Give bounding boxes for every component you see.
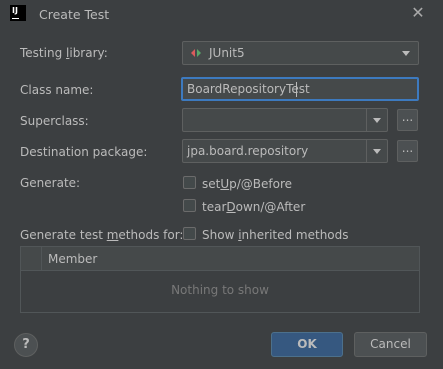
- table-header: Member: [21, 247, 419, 271]
- superclass-select[interactable]: [182, 108, 388, 132]
- teardown-checkbox-label[interactable]: tearDown/@After: [202, 200, 305, 214]
- chevron-down-icon: [373, 149, 381, 154]
- text-caret: [296, 82, 297, 97]
- superclass-dropdown-button[interactable]: [366, 109, 387, 131]
- destination-package-label: Destination package:: [20, 145, 148, 159]
- testing-library-value: JUnit5: [209, 46, 245, 60]
- column-divider: [41, 247, 42, 271]
- cancel-button[interactable]: Cancel: [354, 332, 427, 357]
- show-inherited-label[interactable]: Show inherited methods: [202, 228, 349, 242]
- destination-package-select[interactable]: jpa.board.repository: [182, 139, 388, 163]
- destination-package-value: jpa.board.repository: [187, 144, 309, 158]
- setup-checkbox-label[interactable]: setUp/@Before: [202, 177, 292, 191]
- app-icon-text: IJ: [12, 6, 18, 15]
- class-name-label: Class name:: [20, 83, 94, 97]
- members-table[interactable]: Member Nothing to show: [20, 246, 420, 313]
- destination-package-dropdown-button[interactable]: [366, 140, 387, 162]
- class-name-input[interactable]: BoardRepositoryTest: [181, 77, 419, 101]
- show-inherited-checkbox[interactable]: [183, 227, 196, 240]
- generate-label: Generate:: [20, 176, 81, 190]
- superclass-label: Superclass:: [20, 114, 89, 128]
- empty-table-message: Nothing to show: [171, 283, 269, 297]
- title-bar: IJ Create Test ✕: [0, 0, 443, 30]
- chevron-down-icon: [373, 118, 381, 123]
- column-header-member[interactable]: Member: [48, 252, 97, 266]
- help-button[interactable]: ?: [14, 333, 38, 357]
- generate-methods-label: Generate test methods for:: [20, 228, 184, 242]
- ok-button[interactable]: OK: [271, 332, 343, 357]
- testing-library-select[interactable]: JUnit5: [182, 41, 419, 65]
- class-name-value: BoardRepositoryTest: [187, 82, 310, 96]
- dialog-title: Create Test: [39, 7, 110, 22]
- destination-package-browse-button[interactable]: ...: [397, 140, 418, 162]
- setup-checkbox[interactable]: [183, 176, 196, 189]
- close-icon[interactable]: ✕: [409, 4, 427, 22]
- testing-library-label: Testing library:: [20, 46, 108, 60]
- superclass-browse-button[interactable]: ...: [397, 109, 418, 131]
- chevron-down-icon: [402, 51, 410, 56]
- teardown-checkbox[interactable]: [183, 199, 196, 212]
- junit-icon: [191, 49, 201, 57]
- intellij-app-icon: IJ: [10, 5, 26, 21]
